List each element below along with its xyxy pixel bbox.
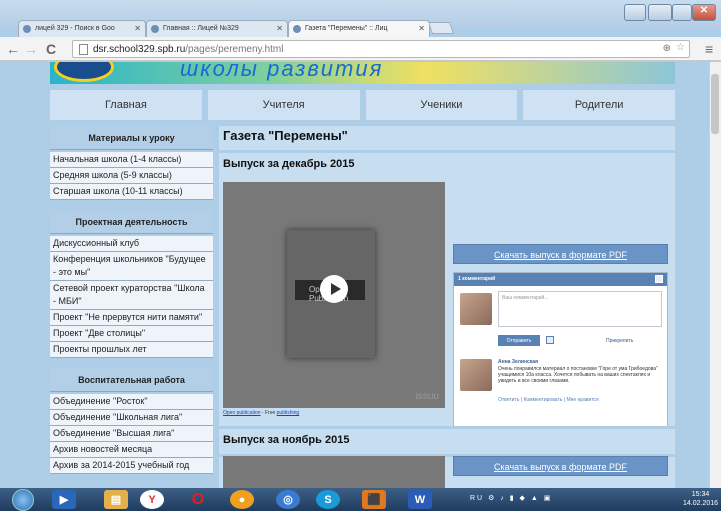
- download-pdf-button[interactable]: Скачать выпуск в формате PDF: [453, 244, 668, 264]
- sidebar-link[interactable]: Начальная школа (1-4 классы): [50, 152, 213, 168]
- publishing-link[interactable]: publishing: [277, 410, 300, 416]
- download-pdf-button[interactable]: Скачать выпуск в формате PDF: [453, 456, 668, 476]
- sidebar-link[interactable]: Конференция школьников "Будущее - это мы…: [50, 252, 213, 281]
- sidebar-link[interactable]: Проект "Не прервутся нити памяти": [50, 310, 213, 326]
- word-icon[interactable]: W: [408, 490, 432, 509]
- sidebar-link[interactable]: Объединение "Росток": [50, 394, 213, 410]
- main-content: Газета "Перемены" Выпуск за декабрь 2015…: [219, 126, 675, 488]
- site-icon: [151, 25, 159, 33]
- nav-students[interactable]: Ученики: [365, 90, 518, 120]
- star-icon[interactable]: ☆: [676, 42, 685, 53]
- tab-search[interactable]: лицей 329 - Поиск в Goo ✕: [18, 20, 146, 37]
- site-icon: [293, 25, 301, 33]
- issuu-viewer[interactable]: Open Publication issuu: [223, 182, 445, 408]
- comment-author[interactable]: Анна Зелинская: [498, 359, 538, 365]
- sidebar-link[interactable]: Проект "Две столицы": [50, 326, 213, 342]
- media-player-icon[interactable]: ▶: [52, 490, 76, 509]
- sidebar-link[interactable]: Средняя школа (5-9 классы): [50, 168, 213, 184]
- comment-actions[interactable]: Ответить | Комментировать | Мне нравится: [498, 397, 599, 403]
- page-icon: [79, 44, 88, 55]
- web-page: школы развития Главная Учителя Ученики Р…: [0, 62, 709, 488]
- close-window-button[interactable]: ✕: [692, 4, 716, 21]
- clock[interactable]: 15:34 14.02.2016: [683, 490, 718, 508]
- address-bar[interactable]: dsr.school329.spb.ru/pages/peremeny.html…: [72, 40, 690, 58]
- tab-strip: лицей 329 - Поиск в Goo ✕ Главная :: Лице…: [0, 0, 721, 37]
- explorer-icon[interactable]: ▤: [104, 490, 128, 509]
- close-tab-icon[interactable]: ✕: [276, 24, 283, 33]
- issue-heading: Выпуск за ноябрь 2015: [223, 434, 350, 446]
- sidebar-heading: Воспитательная работа: [50, 368, 213, 392]
- minimize-button[interactable]: [648, 4, 672, 21]
- new-tab-button[interactable]: [427, 22, 455, 34]
- play-icon[interactable]: [320, 275, 348, 303]
- widget-logo-icon: [655, 275, 663, 283]
- attach-link[interactable]: Прикрепить: [606, 338, 633, 344]
- sidebar-link[interactable]: Проекты прошлых лет: [50, 342, 213, 358]
- skype-icon[interactable]: S: [316, 490, 340, 509]
- sidebar: Материалы к уроку Начальная школа (1-4 к…: [50, 126, 213, 474]
- open-publication-link[interactable]: Open publication: [223, 410, 261, 416]
- taskbar: ▶ ▤ Y O ● ◎ S ⬛ W RU ⚙ ♪ ▮ ◆ ▲ ▣ 15:34 14…: [0, 488, 721, 511]
- opera-icon[interactable]: O: [186, 490, 210, 509]
- back-icon[interactable]: ←: [6, 41, 20, 57]
- sidebar-link[interactable]: Архив за 2014-2015 учебный год: [50, 458, 213, 474]
- divider: [219, 150, 675, 153]
- maximize-button[interactable]: [672, 4, 692, 21]
- scrollbar-thumb[interactable]: [711, 74, 719, 134]
- reload-icon[interactable]: C: [46, 41, 56, 57]
- sidebar-link[interactable]: Дискуссионный клуб: [50, 236, 213, 252]
- menu-icon[interactable]: ≡: [705, 41, 713, 57]
- page-title: Газета "Перемены": [223, 128, 348, 143]
- close-tab-icon[interactable]: ✕: [418, 24, 425, 33]
- divider: [219, 426, 675, 429]
- google-icon: [23, 25, 31, 33]
- start-button[interactable]: [12, 489, 34, 511]
- comments-widget: 1 комментарий Ваш комментарий... Отправи…: [453, 272, 668, 428]
- sidebar-heading: Материалы к уроку: [50, 126, 213, 150]
- browser-window: лицей 329 - Поиск в Goo ✕ Главная :: Лице…: [0, 0, 721, 511]
- pdf-icon[interactable]: ⬛: [362, 490, 386, 509]
- avatar: [460, 293, 492, 325]
- chrome-icon[interactable]: ◎: [276, 490, 300, 509]
- commenter-avatar: [460, 359, 492, 391]
- banner: школы развития: [50, 62, 675, 84]
- submit-comment-button[interactable]: Отправить: [498, 335, 540, 346]
- viewer-caption: Open publication - Free publishing: [223, 410, 300, 416]
- close-tab-icon[interactable]: ✕: [134, 24, 141, 33]
- comments-header: 1 комментарий: [454, 273, 667, 286]
- banner-text: школы развития: [180, 62, 384, 81]
- forward-icon[interactable]: →: [24, 41, 38, 57]
- user-icon[interactable]: [624, 4, 646, 21]
- sidebar-link[interactable]: Архив новостей месяца: [50, 442, 213, 458]
- attach-checkbox[interactable]: [546, 336, 554, 344]
- school-logo: [54, 62, 114, 82]
- nav-parents[interactable]: Родители: [523, 90, 675, 120]
- comment-input[interactable]: Ваш комментарий...: [498, 291, 662, 327]
- comment-text: Очень понравился материал о постановке "…: [498, 366, 658, 384]
- tab-peremeny[interactable]: Газета "Перемены" :: Лиц ✕: [288, 20, 430, 37]
- toolbar: ← → C dsr.school329.spb.ru/pages/peremen…: [0, 37, 721, 61]
- nav-teachers[interactable]: Учителя: [207, 90, 360, 120]
- system-tray[interactable]: RU ⚙ ♪ ▮ ◆ ▲ ▣: [470, 494, 552, 502]
- sidebar-heading: Проектная деятельность: [50, 210, 213, 234]
- issuu-logo: issuu: [415, 391, 439, 402]
- main-nav: Главная Учителя Ученики Родители: [50, 90, 675, 120]
- yandex-icon[interactable]: Y: [140, 490, 164, 509]
- media-icon[interactable]: ●: [230, 490, 254, 509]
- tab-home[interactable]: Главная :: Лицей №329 ✕: [146, 20, 288, 37]
- sidebar-link[interactable]: Старшая школа (10-11 классы): [50, 184, 213, 200]
- sidebar-link[interactable]: Объединение "Высшая лига": [50, 426, 213, 442]
- sidebar-link[interactable]: Объединение "Школьная лига": [50, 410, 213, 426]
- issue-heading: Выпуск за декабрь 2015: [223, 158, 355, 170]
- nav-home[interactable]: Главная: [50, 90, 202, 120]
- zoom-icon[interactable]: ⊕: [663, 43, 671, 54]
- issuu-viewer[interactable]: [223, 456, 445, 488]
- sidebar-link[interactable]: Сетевой проект кураторства "Школа - МБИ": [50, 281, 213, 310]
